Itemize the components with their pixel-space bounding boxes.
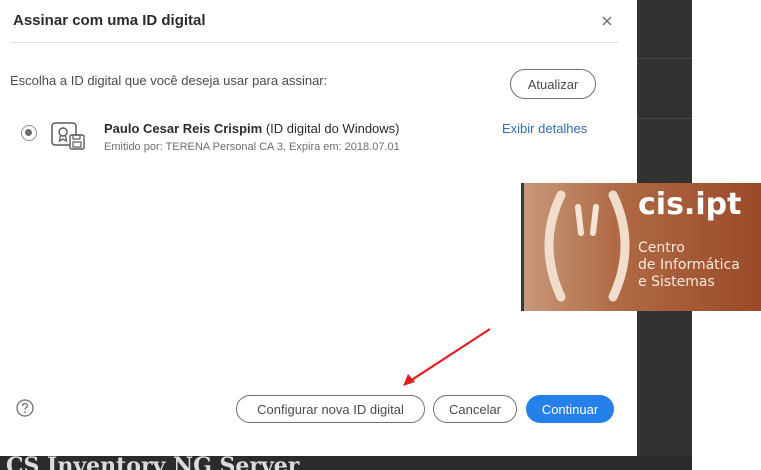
certificate-type: (ID digital do Windows)	[262, 121, 400, 136]
background-divider	[637, 58, 692, 59]
certificate-name: Paulo Cesar Reis Crispim	[104, 121, 263, 136]
continue-button[interactable]: Continuar	[526, 395, 614, 423]
background-heading-strip: CS Inventory NG Server	[0, 456, 692, 470]
close-icon	[602, 16, 612, 26]
background-heading: CS Inventory NG Server	[6, 456, 300, 470]
annotation-arrow	[403, 328, 491, 386]
cancel-button[interactable]: Cancelar	[433, 395, 517, 423]
certificate-title: Paulo Cesar Reis Crispim (ID digital do …	[104, 121, 400, 136]
logo-brand: cis.ipt	[638, 187, 742, 222]
title-divider	[10, 42, 618, 43]
radio-selected-dot	[25, 129, 32, 136]
logo-edge	[521, 183, 524, 311]
logo-line-2: de Informática	[638, 257, 740, 273]
logo-line-1: Centro	[638, 240, 685, 256]
view-details-link[interactable]: Exibir detalhes	[502, 121, 587, 136]
certificate-issuer: Emitido por: TERENA Personal CA 3, Expir…	[104, 141, 400, 153]
certificate-icon	[50, 121, 88, 151]
close-button[interactable]	[595, 9, 619, 33]
cis-ipt-logo: cis.ipt Centro de Informática e Sistemas	[521, 183, 761, 311]
configure-digital-id-button[interactable]: Configurar nova ID digital	[236, 395, 425, 423]
background-divider	[637, 118, 692, 119]
help-icon	[16, 399, 34, 417]
certificate-radio[interactable]	[21, 125, 37, 141]
help-button[interactable]	[15, 398, 35, 418]
logo-emblem-icon	[544, 190, 630, 302]
dialog-title: Assinar com uma ID digital	[13, 12, 206, 29]
instruction-text: Escolha a ID digital que você deseja usa…	[10, 73, 328, 88]
logo-line-3: e Sistemas	[638, 274, 715, 290]
refresh-button[interactable]: Atualizar	[510, 69, 596, 99]
